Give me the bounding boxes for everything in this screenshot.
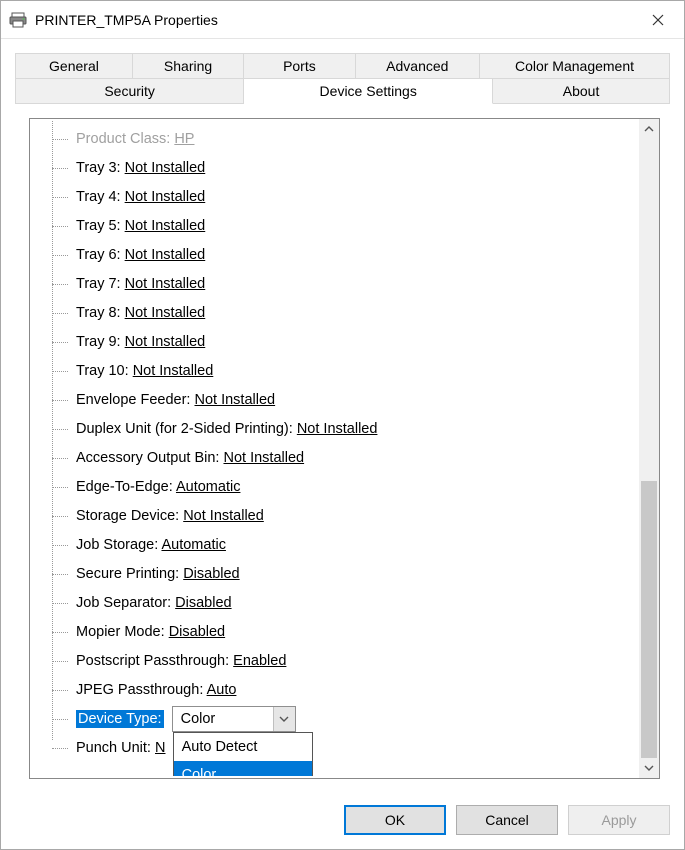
setting-value[interactable]: Not Installed: [125, 247, 206, 263]
combobox-value: Color: [173, 707, 273, 731]
tab-device-settings[interactable]: Device Settings: [244, 78, 493, 104]
setting-row[interactable]: Mopier Mode: Disabled: [76, 618, 629, 647]
apply-button[interactable]: Apply: [568, 805, 670, 835]
setting-row[interactable]: Accessory Output Bin: Not Installed: [76, 444, 629, 473]
setting-row[interactable]: Device Type: ColorAuto DetectColorMonoch…: [76, 705, 629, 734]
chevron-down-icon: [279, 716, 289, 722]
setting-row[interactable]: Envelope Feeder: Not Installed: [76, 386, 629, 415]
titlebar: PRINTER_TMP5A Properties: [1, 1, 684, 39]
settings-tree: Product Class: HPTray 3: Not InstalledTr…: [29, 118, 660, 779]
setting-value[interactable]: Auto: [207, 682, 237, 698]
setting-row[interactable]: Duplex Unit (for 2-Sided Printing): Not …: [76, 415, 629, 444]
setting-row[interactable]: Tray 6: Not Installed: [76, 241, 629, 270]
setting-row[interactable]: Tray 8: Not Installed: [76, 299, 629, 328]
setting-label: Storage Device:: [76, 508, 179, 524]
setting-label: Product Class:: [76, 131, 170, 147]
setting-value[interactable]: Enabled: [233, 653, 286, 669]
setting-row[interactable]: Job Storage: Automatic: [76, 531, 629, 560]
setting-label: Tray 8:: [76, 305, 121, 321]
vertical-scrollbar[interactable]: [639, 119, 659, 778]
setting-label: Device Type:: [76, 710, 164, 728]
setting-label: Tray 5:: [76, 218, 121, 234]
setting-label: JPEG Passthrough:: [76, 682, 203, 698]
setting-row[interactable]: Tray 3: Not Installed: [76, 154, 629, 183]
tab-sharing[interactable]: Sharing: [133, 53, 244, 78]
setting-label: Edge-To-Edge:: [76, 479, 173, 495]
setting-row[interactable]: Secure Printing: Disabled: [76, 560, 629, 589]
setting-label: Mopier Mode:: [76, 624, 165, 640]
setting-label: Duplex Unit (for 2-Sided Printing):: [76, 421, 293, 437]
scroll-down-button[interactable]: [639, 758, 659, 778]
setting-label: Envelope Feeder:: [76, 392, 190, 408]
setting-label: Tray 9:: [76, 334, 121, 350]
close-button[interactable]: [636, 5, 680, 35]
setting-label: Tray 4:: [76, 189, 121, 205]
setting-label: Tray 3:: [76, 160, 121, 176]
setting-value[interactable]: Not Installed: [125, 305, 206, 321]
setting-row[interactable]: Job Separator: Disabled: [76, 589, 629, 618]
setting-value[interactable]: Disabled: [175, 595, 231, 611]
setting-row[interactable]: Storage Device: Not Installed: [76, 502, 629, 531]
tab-strip: GeneralSharingPortsAdvancedColor Managem…: [1, 39, 684, 104]
setting-value[interactable]: Automatic: [161, 537, 225, 553]
setting-value[interactable]: N: [155, 740, 165, 756]
setting-row[interactable]: Punch Unit: N: [76, 734, 629, 763]
setting-label: Job Storage:: [76, 537, 158, 553]
setting-value[interactable]: Not Installed: [125, 334, 206, 350]
setting-row[interactable]: Postscript Passthrough: Enabled: [76, 647, 629, 676]
tab-color-management[interactable]: Color Management: [480, 53, 670, 78]
printer-icon: [9, 11, 27, 29]
setting-label: Job Separator:: [76, 595, 171, 611]
chevron-up-icon: [644, 126, 654, 132]
ok-button[interactable]: OK: [344, 805, 446, 835]
device-type-combobox[interactable]: ColorAuto DetectColorMonochrome: [172, 706, 296, 732]
setting-value[interactable]: Not Installed: [297, 421, 378, 437]
setting-value[interactable]: Not Installed: [125, 276, 206, 292]
combobox-option[interactable]: Color: [174, 761, 312, 776]
setting-value[interactable]: Not Installed: [125, 189, 206, 205]
cancel-button[interactable]: Cancel: [456, 805, 558, 835]
window-title: PRINTER_TMP5A Properties: [35, 12, 636, 28]
setting-value[interactable]: Not Installed: [223, 450, 304, 466]
combobox-option[interactable]: Auto Detect: [174, 733, 312, 761]
scroll-thumb[interactable]: [641, 481, 657, 758]
setting-row[interactable]: Tray 10: Not Installed: [76, 357, 629, 386]
combobox-dropdown: Auto DetectColorMonochrome: [173, 732, 313, 776]
dialog-buttons: OK Cancel Apply: [1, 805, 684, 849]
setting-label: Tray 6:: [76, 247, 121, 263]
setting-value[interactable]: Disabled: [183, 566, 239, 582]
tab-security[interactable]: Security: [15, 78, 244, 104]
setting-value[interactable]: Not Installed: [125, 160, 206, 176]
setting-label: Tray 7:: [76, 276, 121, 292]
setting-row[interactable]: JPEG Passthrough: Auto: [76, 676, 629, 705]
close-icon: [652, 14, 664, 26]
setting-label: Accessory Output Bin:: [76, 450, 219, 466]
setting-label: Tray 10:: [76, 363, 129, 379]
tab-general[interactable]: General: [15, 53, 133, 78]
setting-value[interactable]: Automatic: [176, 479, 240, 495]
setting-value[interactable]: Not Installed: [125, 218, 206, 234]
setting-row[interactable]: Tray 9: Not Installed: [76, 328, 629, 357]
setting-row[interactable]: Tray 5: Not Installed: [76, 212, 629, 241]
setting-value[interactable]: Disabled: [169, 624, 225, 640]
tab-about[interactable]: About: [493, 78, 670, 104]
tab-ports[interactable]: Ports: [244, 53, 355, 78]
setting-value[interactable]: Not Installed: [133, 363, 214, 379]
setting-row[interactable]: Tray 7: Not Installed: [76, 270, 629, 299]
setting-row[interactable]: Product Class: HP: [76, 125, 629, 154]
tab-content: Product Class: HPTray 3: Not InstalledTr…: [15, 104, 670, 793]
setting-value[interactable]: HP: [174, 131, 194, 147]
scroll-up-button[interactable]: [639, 119, 659, 139]
setting-label: Punch Unit:: [76, 740, 151, 756]
combobox-button[interactable]: [273, 707, 295, 731]
tab-advanced[interactable]: Advanced: [356, 53, 480, 78]
setting-value[interactable]: Not Installed: [195, 392, 276, 408]
setting-row[interactable]: Edge-To-Edge: Automatic: [76, 473, 629, 502]
setting-value[interactable]: Not Installed: [183, 508, 264, 524]
setting-label: Secure Printing:: [76, 566, 179, 582]
setting-row[interactable]: Tray 4: Not Installed: [76, 183, 629, 212]
properties-dialog: PRINTER_TMP5A Properties GeneralSharingP…: [0, 0, 685, 850]
setting-label: Postscript Passthrough:: [76, 653, 229, 669]
chevron-down-icon: [644, 765, 654, 771]
